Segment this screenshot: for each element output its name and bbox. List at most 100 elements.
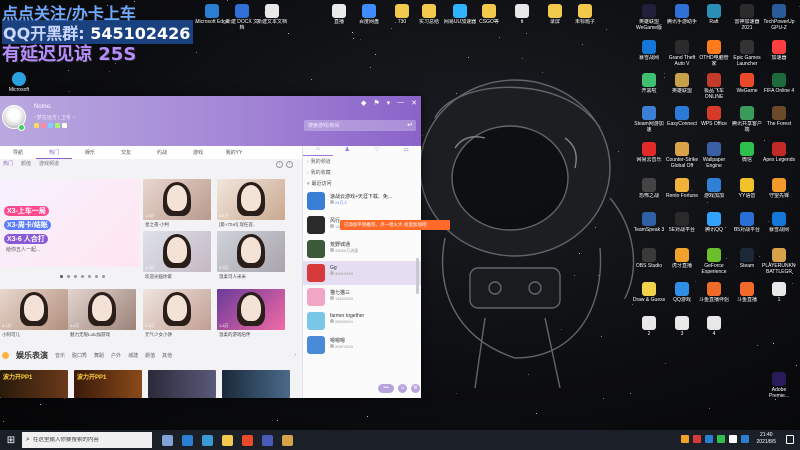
- recent-game-item[interactable]: 猫七猫三 14523150: [303, 285, 421, 309]
- minimize-icon[interactable]: —: [397, 99, 404, 107]
- taskbar-search[interactable]: ⌕: [22, 432, 152, 448]
- tile-caption[interactable]: 小阿可儿: [2, 332, 72, 338]
- desktop-icon[interactable]: 暴雪战网: [632, 40, 666, 61]
- promo-banner[interactable]: X3-上车一局 X3-周卡/结账 X3-6 人合打 给你五人一起...: [0, 179, 140, 267]
- sub-tab[interactable]: 游戏频道: [39, 160, 59, 170]
- desktop-icon[interactable]: Microsoft Edge: [195, 4, 229, 25]
- desktop-icon[interactable]: 网易云音乐: [632, 142, 666, 163]
- desktop-icon[interactable]: Counter-Strike Global Off: [665, 142, 699, 169]
- desktop-icon[interactable]: OTHD电脑管家: [697, 40, 731, 67]
- section-tile[interactable]: [222, 370, 290, 398]
- apps-icon[interactable]: ⚏: [392, 146, 422, 156]
- nav-tab[interactable]: 交友: [108, 146, 144, 159]
- nav-tab[interactable]: 约战: [144, 146, 180, 159]
- desktop-icon[interactable]: 未标题子: [568, 4, 602, 25]
- desktop-icon[interactable]: 暴雪战网: [762, 212, 796, 233]
- desktop-icon[interactable]: 腾讯QQ: [697, 212, 731, 233]
- section-tab[interactable]: 颜值: [145, 352, 155, 359]
- menu-icon[interactable]: ▾: [387, 99, 391, 107]
- tray-icon[interactable]: [740, 435, 749, 443]
- desktop-icon[interactable]: 直播: [322, 4, 356, 25]
- section-tab[interactable]: 脱口秀: [72, 352, 87, 359]
- section-tab[interactable]: 城建: [128, 352, 138, 359]
- home-icon[interactable]: ⌂: [303, 146, 333, 156]
- carousel-dot[interactable]: [102, 275, 105, 278]
- tile-caption[interactable]: 温柔可人米米: [219, 274, 289, 280]
- user-nickname[interactable]: Nomo.: [34, 104, 52, 110]
- search-enter-icon[interactable]: ↵: [407, 121, 413, 129]
- yy-client-window[interactable]: Nomo. ~梦在远方 | 卫冬 ~ ◆⚑▾—✕ ↵ 导航热门娱乐交友约战游戏我…: [0, 96, 421, 398]
- desktop-icon[interactable]: Rento Fortune: [665, 178, 699, 199]
- section-tab[interactable]: 其他: [162, 352, 172, 359]
- tray-icon[interactable]: [680, 435, 689, 443]
- recent-game-item[interactable]: 速战云游戏+天涯下载、免... 24万人: [303, 189, 421, 213]
- carousel-dot[interactable]: [81, 275, 84, 278]
- stream-tile[interactable]: 2.8万: [143, 289, 211, 330]
- desktop-icon[interactable]: FIFA Online 4: [762, 73, 796, 94]
- desktop-icon[interactable]: TeamSpeak 3: [632, 212, 666, 233]
- desktop-icon[interactable]: Epic Games Launcher: [730, 40, 764, 67]
- search-input[interactable]: [304, 120, 404, 131]
- emoji-icon[interactable]: ☺: [398, 384, 407, 393]
- close-icon[interactable]: ✕: [411, 99, 417, 107]
- desktop-icon-edge[interactable]: Microsoft: [2, 72, 36, 93]
- stream-tile[interactable]: 3.3万: [217, 231, 285, 272]
- tile-caption[interactable]: 元气少女小饼: [145, 332, 215, 338]
- carousel-dot[interactable]: [95, 275, 98, 278]
- desktop-icon[interactable]: 雷神加速器2021: [730, 4, 764, 31]
- panel-section[interactable]: › 我的频道: [303, 156, 421, 167]
- desktop-icon[interactable]: 微信: [730, 142, 764, 163]
- stream-tile[interactable]: 1.4万: [68, 289, 136, 330]
- skin-icon[interactable]: ◆: [361, 99, 366, 107]
- tile-caption[interactable]: 欢迎光临你家: [145, 274, 215, 280]
- settings-icon[interactable]: ⚙: [411, 384, 420, 393]
- carousel-dot[interactable]: [60, 275, 63, 278]
- desktop-icon[interactable]: YY语音: [730, 178, 764, 199]
- desktop-icon[interactable]: 开黑啦: [632, 73, 666, 94]
- desktop-icon[interactable]: 斗鱼直播: [730, 282, 764, 303]
- desktop-icon[interactable]: TechPowerUp GPU-Z: [762, 4, 796, 31]
- tile-caption[interactable]: 星之夜-小柯: [145, 222, 215, 228]
- desktop-icon[interactable]: 极品飞车 ONLINE: [697, 73, 731, 100]
- desktop-icon[interactable]: Steam网游加速: [632, 106, 666, 133]
- desktop-icon[interactable]: Raft: [697, 4, 731, 25]
- favorite-icon[interactable]: ♡: [362, 146, 392, 156]
- desktop-icon[interactable]: 实习总结: [412, 4, 446, 25]
- tray-icon[interactable]: [692, 435, 701, 443]
- desktop-icon[interactable]: 录屏: [538, 4, 572, 25]
- notification-icon[interactable]: [786, 434, 794, 444]
- stream-tile[interactable]: 4.2万: [143, 231, 211, 272]
- panel-section[interactable]: ▾ 最近访问: [303, 178, 421, 189]
- desktop-icon[interactable]: Draw & Guess: [632, 282, 666, 303]
- desktop-icon[interactable]: 英雄联盟: [665, 73, 699, 94]
- stream-tile[interactable]: 1.5万: [143, 179, 211, 220]
- desktop-icon[interactable]: 加速器: [762, 40, 796, 61]
- taskbar-search-input[interactable]: [32, 437, 143, 443]
- user-signature[interactable]: ~梦在远方 | 卫冬 ~: [34, 114, 75, 121]
- desktop-icon[interactable]: EasyConnect: [665, 106, 699, 127]
- scrollbar[interactable]: [416, 258, 419, 294]
- desktop-icon[interactable]: 百度网盘: [352, 4, 386, 25]
- stream-tile[interactable]: 1.1万: [0, 289, 68, 330]
- section-tab[interactable]: 音乐: [55, 352, 65, 359]
- taskbar-app-icon[interactable]: [182, 434, 193, 446]
- panel-section[interactable]: › 我的收藏: [303, 167, 421, 178]
- message-icon[interactable]: ⚑: [373, 99, 379, 107]
- desktop-icon[interactable]: 5E对战平台: [665, 212, 699, 233]
- carousel-dot[interactable]: [88, 275, 91, 278]
- desktop-icon[interactable]: Wallpaper Engine: [697, 142, 731, 169]
- nav-tab[interactable]: 娱乐: [72, 146, 108, 159]
- nav-tab[interactable]: 我的YY: [216, 146, 252, 159]
- section-tile[interactable]: 波力开PP1: [74, 370, 142, 398]
- tray-icon[interactable]: [704, 435, 713, 443]
- start-button[interactable]: ⊞: [0, 435, 22, 446]
- desktop-icon[interactable]: QQ游戏: [665, 282, 699, 303]
- desktop-icon[interactable]: 恐怖之战: [632, 178, 666, 199]
- desktop-icon[interactable]: 3: [665, 316, 699, 337]
- next-page-button[interactable]: ›: [286, 161, 293, 168]
- desktop-icon[interactable]: 英雄联盟WeGame版: [632, 4, 666, 31]
- desktop-icon[interactable]: Apex Legends: [762, 142, 796, 163]
- tile-caption[interactable]: [第+70㎡] 现任首..: [219, 222, 289, 228]
- desktop-icon[interactable]: 1: [762, 282, 796, 303]
- desktop-icon[interactable]: 4: [697, 316, 731, 337]
